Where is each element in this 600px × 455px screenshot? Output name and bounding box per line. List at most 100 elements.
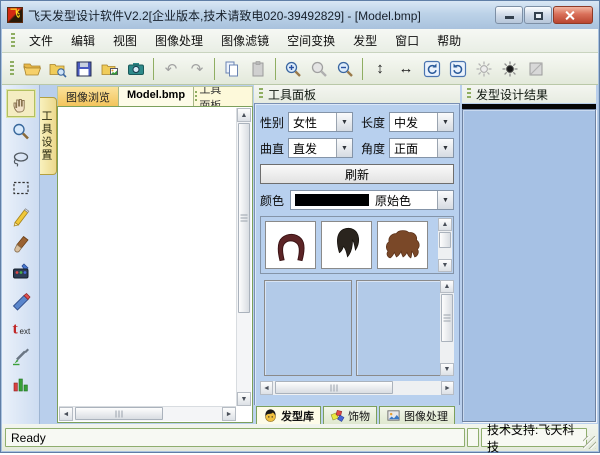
menu-image-processing[interactable]: 图像处理 [146, 29, 212, 52]
scroll-thumb[interactable] [441, 294, 453, 342]
chevron-down-icon[interactable]: ▼ [336, 139, 352, 157]
tab-ornaments[interactable]: 饰物 [323, 406, 377, 425]
redo-button[interactable]: ↷ [185, 57, 209, 81]
paste-button[interactable] [246, 57, 270, 81]
hand-tool-button[interactable] [7, 90, 35, 117]
import-image-button[interactable] [98, 57, 122, 81]
histogram-tool-button[interactable] [7, 370, 35, 397]
tab-image-processing[interactable]: 图像处理 [379, 406, 455, 425]
tab-model-bmp[interactable]: Model.bmp [119, 87, 194, 106]
maximize-button[interactable] [524, 6, 552, 24]
menu-help[interactable]: 帮助 [428, 29, 470, 52]
scroll-up-button[interactable]: ▲ [440, 280, 454, 293]
lasso-tool-button[interactable] [7, 146, 35, 173]
tab-tool-panel-clipped[interactable]: 工具面板 [194, 87, 224, 106]
scroll-thumb[interactable] [75, 407, 163, 420]
panel-grip[interactable] [259, 88, 263, 100]
zoom-tool-button[interactable] [7, 118, 35, 145]
eyedropper-icon [10, 345, 32, 367]
copy-button[interactable] [220, 57, 244, 81]
color-select[interactable]: 原始色 ▼ [290, 190, 454, 210]
canvas-vertical-scrollbar[interactable]: ▲ ▼ [236, 108, 251, 406]
scroll-left-button[interactable]: ◄ [260, 381, 273, 395]
scroll-right-button[interactable]: ► [441, 381, 454, 395]
hair-thumbnail-3[interactable] [377, 221, 428, 269]
text-tool-button[interactable]: text [7, 314, 35, 341]
rotate-right-button[interactable] [446, 57, 470, 81]
preview-vertical-scrollbar[interactable]: ▲ ▼ [440, 280, 454, 376]
title-bar[interactable]: 飞 飞天发型设计软件V2.2[企业版本,技术请致电020-39492829] -… [1, 1, 599, 29]
curl-select[interactable]: 直发 ▼ [288, 138, 353, 158]
save-button[interactable] [72, 57, 96, 81]
freehand-select-tool-button[interactable] [7, 202, 35, 229]
ornament-icon [330, 408, 345, 423]
menu-window[interactable]: 窗口 [386, 29, 428, 52]
hair-thumbnail-1[interactable] [265, 221, 316, 269]
scroll-up-button[interactable]: ▲ [237, 108, 251, 122]
marquee-tool-button[interactable] [7, 174, 35, 201]
zoom-out-button[interactable] [333, 57, 357, 81]
angle-select[interactable]: 正面 ▼ [389, 138, 454, 158]
zoom-in-button[interactable] [281, 57, 305, 81]
scroll-thumb[interactable] [275, 381, 393, 394]
image-canvas[interactable] [59, 108, 236, 406]
browse-button[interactable] [46, 57, 70, 81]
chevron-down-icon[interactable]: ▼ [437, 113, 453, 131]
toolbar-grip[interactable] [10, 61, 14, 77]
scroll-down-button[interactable]: ▼ [440, 363, 454, 376]
menu-edit[interactable]: 编辑 [62, 29, 104, 52]
scroll-thumb[interactable] [238, 123, 250, 313]
tab-hairstyle-library[interactable]: 发型库 [256, 406, 321, 425]
gender-select[interactable]: 女性 ▼ [288, 112, 353, 132]
palette-tool-button[interactable] [7, 258, 35, 285]
eyedropper-tool-button[interactable] [7, 342, 35, 369]
length-select[interactable]: 中发 ▼ [389, 112, 454, 132]
capture-button[interactable] [124, 57, 148, 81]
menu-grip[interactable] [11, 33, 15, 49]
panel-grip[interactable] [467, 88, 471, 100]
dark-red-bob-hair [268, 223, 314, 267]
brush-tool-button[interactable] [7, 230, 35, 257]
open-button[interactable] [20, 57, 44, 81]
refresh-button[interactable]: 刷新 [260, 164, 454, 184]
flip-vertical-button[interactable]: ↕ [368, 57, 392, 81]
hair-thumbnail-2[interactable] [321, 221, 372, 269]
close-button[interactable] [553, 6, 593, 24]
scroll-left-button[interactable]: ◄ [59, 407, 73, 421]
contrast-icon [500, 59, 520, 79]
chevron-down-icon[interactable]: ▼ [437, 139, 453, 157]
flip-horizontal-button[interactable]: ↔ [394, 57, 418, 81]
menu-space-transform[interactable]: 空间变换 [278, 29, 344, 52]
rotate-left-button[interactable] [420, 57, 444, 81]
chevron-down-icon[interactable]: ▼ [437, 191, 453, 209]
zoom-actual-button[interactable] [307, 57, 331, 81]
canvas-horizontal-scrollbar[interactable]: ◄ ► [59, 406, 236, 421]
preview-box-1[interactable] [264, 280, 352, 376]
toolbar-separator [214, 58, 215, 80]
flip-vertical-icon: ↕ [376, 60, 384, 77]
scroll-up-button[interactable]: ▲ [438, 218, 452, 231]
result-display-area[interactable] [462, 109, 596, 422]
preview-horizontal-scrollbar[interactable]: ◄ ► [260, 381, 454, 395]
histogram-icon [10, 373, 32, 395]
undo-button[interactable]: ↶ [159, 57, 183, 81]
menu-view[interactable]: 视图 [104, 29, 146, 52]
scroll-thumb[interactable] [439, 232, 451, 248]
minimize-button[interactable] [495, 6, 523, 24]
tool-settings-tab[interactable]: 工具设置 [40, 97, 57, 175]
menu-file[interactable]: 文件 [20, 29, 62, 52]
scroll-right-button[interactable]: ► [222, 407, 236, 421]
menu-image-filter[interactable]: 图像滤镜 [212, 29, 278, 52]
menu-hairstyle[interactable]: 发型 [344, 29, 386, 52]
brightness-button[interactable] [472, 57, 496, 81]
crop-button[interactable] [524, 57, 548, 81]
eraser-tool-button[interactable] [7, 286, 35, 313]
chevron-down-icon[interactable]: ▼ [336, 113, 352, 131]
contrast-button[interactable] [498, 57, 522, 81]
resize-grip[interactable] [583, 436, 596, 449]
thumbnail-scrollbar[interactable]: ▲ ▼ [438, 218, 452, 272]
tab-image-browser[interactable]: 图像浏览 [58, 87, 119, 106]
scroll-down-button[interactable]: ▼ [237, 392, 251, 406]
preview-box-2[interactable] [356, 280, 444, 376]
scroll-down-button[interactable]: ▼ [438, 259, 452, 272]
